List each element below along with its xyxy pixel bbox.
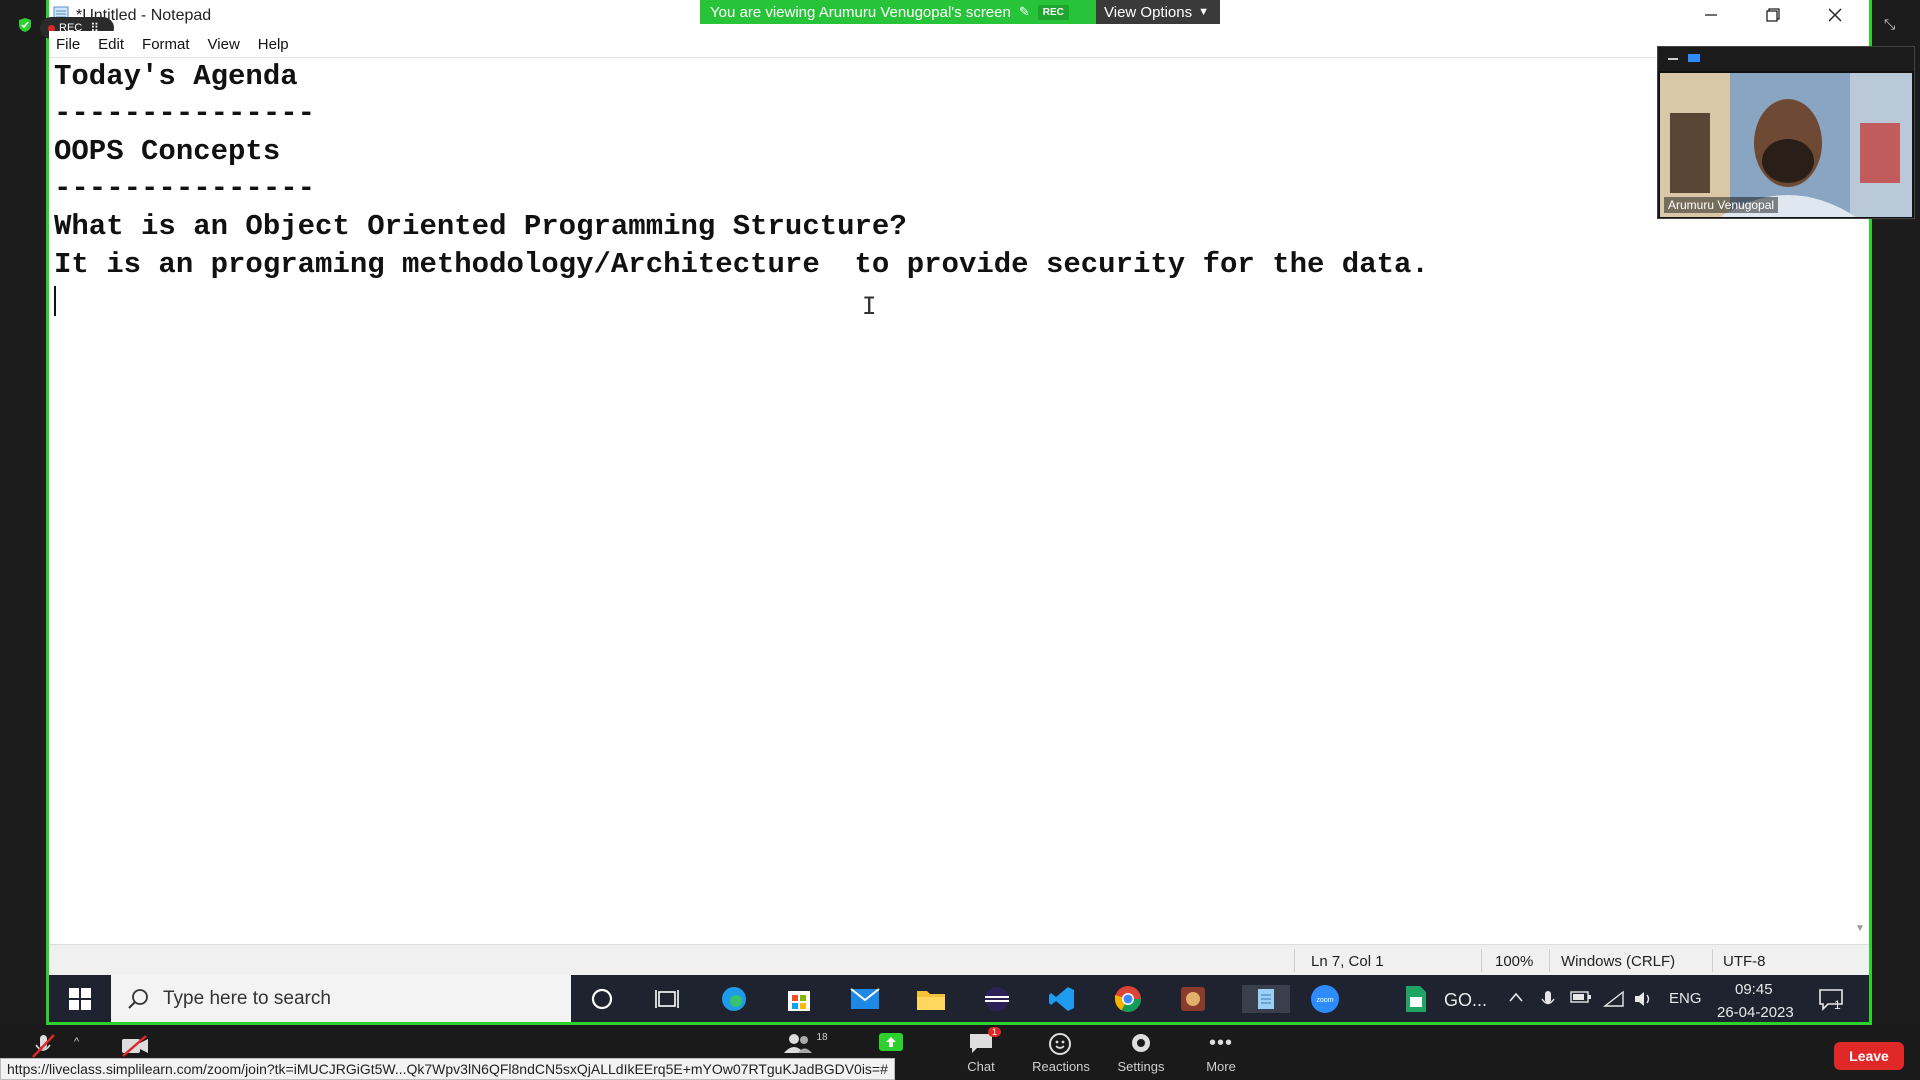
clock-date[interactable]: 26-04-2023 [1717, 1004, 1794, 1021]
svg-text:zoom: zoom [1316, 997, 1333, 1004]
store-icon[interactable] [783, 985, 815, 1013]
shield-icon [18, 17, 36, 37]
more-button[interactable]: ••• More [1186, 1030, 1256, 1075]
eclipse-icon[interactable] [981, 985, 1013, 1013]
editor-line: --------------- [54, 172, 316, 205]
text-caret [54, 286, 56, 316]
zoom-left-strip [0, 0, 46, 1025]
vscode-icon[interactable] [1046, 985, 1078, 1013]
settings-label: Settings [1117, 1059, 1165, 1074]
exit-fullscreen-icon[interactable]: ⤡ [1884, 16, 1895, 33]
volume-icon[interactable] [1633, 990, 1655, 1012]
start-button[interactable] [49, 975, 111, 1022]
reactions-icon [1049, 1033, 1071, 1055]
reactions-button[interactable]: Reactions [1026, 1030, 1096, 1074]
minimize-video-icon[interactable] [1668, 58, 1678, 60]
microphone-icon[interactable] [1541, 990, 1555, 1014]
viewing-screen-banner: You are viewing Arumuru Venugopal's scre… [700, 0, 1096, 24]
participant-video [1660, 73, 1912, 217]
close-button[interactable] [1804, 0, 1866, 30]
editor-line: --------------- [54, 97, 316, 130]
mic-muted-icon: ✎ [1018, 4, 1030, 19]
encoding: UTF-8 [1723, 953, 1766, 970]
go-label[interactable]: GO... [1444, 990, 1487, 1011]
sheets-icon[interactable] [1400, 985, 1432, 1013]
chevron-up-icon[interactable] [1508, 990, 1524, 1008]
restore-button[interactable] [1742, 0, 1804, 30]
minimize-button[interactable] [1680, 0, 1742, 30]
editor-line: OOPS Concepts [54, 135, 281, 168]
status-separator [1294, 949, 1295, 972]
file-explorer-icon[interactable] [915, 985, 947, 1013]
reactions-label: Reactions [1032, 1059, 1090, 1074]
view-options-button[interactable]: View Options ▼ [1096, 0, 1220, 24]
participants-button[interactable]: 18 [770, 1030, 840, 1059]
status-bar: Ln 7, Col 1 100% Windows (CRLF) UTF-8 [49, 944, 1869, 976]
search-placeholder: Type here to search [163, 987, 331, 1009]
status-separator [1481, 949, 1482, 972]
language-indicator[interactable]: ENG [1669, 990, 1702, 1007]
status-separator [1712, 949, 1713, 972]
participants-count: 18 [816, 1031, 828, 1043]
notifications-icon[interactable]: 1 [1818, 988, 1844, 1016]
scroll-down-arrow-icon[interactable]: ▼ [1855, 923, 1865, 934]
link-status-url: https://liveclass.simplilearn.com/zoom/j… [0, 1058, 895, 1080]
cursor-position: Ln 7, Col 1 [1311, 953, 1384, 970]
ibeam-cursor-icon: I [862, 292, 877, 320]
editor-line: It is an programing methodology/Architec… [54, 248, 1429, 281]
settings-button[interactable]: Settings [1106, 1030, 1176, 1074]
notepad-icon[interactable] [1242, 985, 1290, 1013]
chevron-down-icon: ▼ [1198, 6, 1209, 18]
view-options-label: View Options [1104, 3, 1193, 21]
banner-rec-label: REC [1037, 4, 1069, 20]
menu-file[interactable]: File [56, 36, 80, 53]
zoom-level: 100% [1495, 953, 1534, 970]
more-label: More [1206, 1059, 1236, 1074]
search-icon [128, 988, 148, 1009]
edge-icon[interactable] [718, 985, 750, 1013]
chevron-up-icon[interactable]: ^ [74, 1036, 79, 1048]
task-view-icon[interactable] [651, 985, 683, 1013]
view-mode-icon[interactable] [1688, 54, 1700, 62]
mail-icon[interactable] [849, 985, 881, 1013]
participants-icon [784, 1034, 813, 1053]
windows-logo-icon [69, 987, 91, 1010]
line-endings: Windows (CRLF) [1561, 953, 1676, 970]
menu-bar: File Edit Format View Help [49, 31, 1869, 58]
clock-time[interactable]: 09:45 [1735, 981, 1773, 998]
chrome-icon[interactable] [1112, 985, 1144, 1013]
app-icon[interactable] [1177, 985, 1209, 1013]
more-icon: ••• [1208, 1031, 1233, 1054]
share-screen-button[interactable] [856, 1030, 926, 1059]
cortana-icon[interactable] [586, 985, 618, 1013]
taskbar-search-box[interactable]: Type here to search [111, 975, 571, 1022]
notification-count: 1 [1834, 998, 1841, 1012]
chat-label: Chat [967, 1059, 995, 1074]
share-screen-icon [879, 1033, 903, 1051]
status-separator [1549, 949, 1550, 972]
zoom-icon[interactable]: zoom [1309, 985, 1341, 1013]
gear-icon [1132, 1034, 1150, 1052]
leave-button[interactable]: Leave [1834, 1042, 1904, 1070]
menu-view[interactable]: View [208, 36, 240, 53]
wifi-icon[interactable] [1602, 990, 1625, 1012]
participant-name: Arumuru Venugopal [1664, 197, 1779, 213]
chat-badge: 1 [988, 1027, 1002, 1037]
editor-line: What is an Object Oriented Programming S… [54, 210, 907, 243]
banner-text: You are viewing Arumuru Venugopal's scre… [710, 3, 1011, 21]
menu-help[interactable]: Help [258, 36, 289, 53]
window-controls [1680, 0, 1868, 30]
editor-line: Today's Agenda [54, 60, 298, 93]
menu-format[interactable]: Format [142, 36, 190, 53]
video-tile-header [1658, 47, 1914, 71]
text-editor[interactable]: Today's Agenda --------------- OOPS Conc… [49, 58, 1862, 942]
menu-edit[interactable]: Edit [98, 36, 124, 53]
battery-icon[interactable] [1570, 990, 1592, 1008]
chat-button[interactable]: 1 Chat [946, 1027, 1016, 1074]
